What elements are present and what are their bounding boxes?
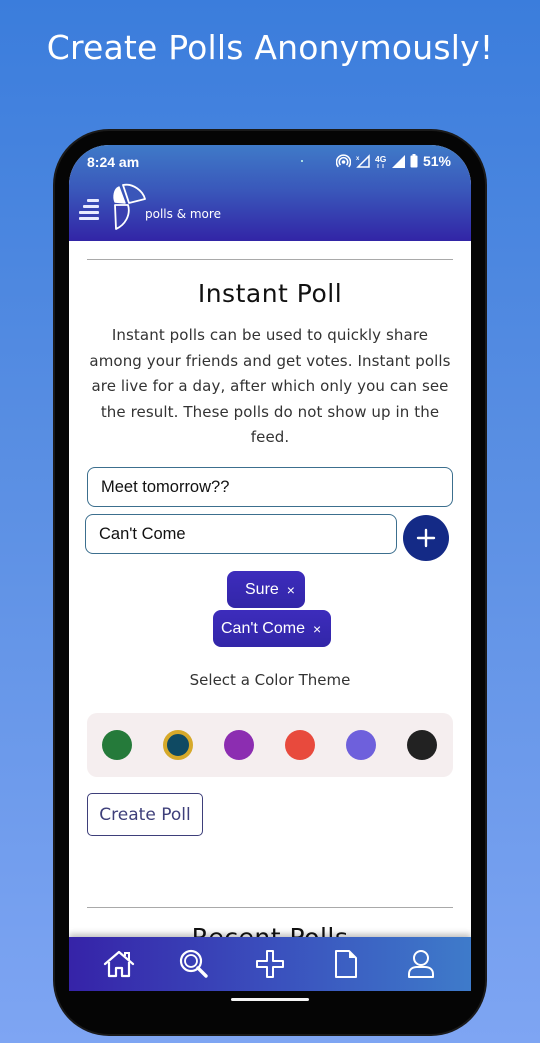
plus-icon bbox=[416, 528, 436, 548]
question-input[interactable]: Meet tomorrow?? bbox=[87, 467, 453, 507]
home-icon bbox=[103, 950, 134, 978]
main-content: Instant Poll Instant polls can be used t… bbox=[69, 241, 471, 937]
color-swatch-lavender[interactable] bbox=[346, 730, 376, 760]
status-time: 8:24 am bbox=[87, 154, 140, 170]
add-option-button[interactable] bbox=[403, 515, 449, 561]
nav-documents[interactable] bbox=[326, 944, 366, 984]
status-icons: x 4G 51% bbox=[335, 153, 451, 169]
battery-percent: 51% bbox=[422, 153, 451, 169]
nav-create[interactable] bbox=[250, 944, 290, 984]
signal-icon bbox=[391, 154, 405, 168]
no-data-signal-icon: x bbox=[356, 154, 370, 168]
battery-icon bbox=[410, 154, 418, 168]
nav-profile[interactable] bbox=[401, 944, 441, 984]
plus-icon bbox=[255, 950, 284, 978]
remove-option-icon[interactable]: × bbox=[287, 582, 295, 598]
svg-text:x: x bbox=[356, 156, 360, 162]
color-swatch-black[interactable] bbox=[407, 730, 437, 760]
option-chip-label: Can't Come bbox=[221, 619, 305, 637]
search-icon bbox=[180, 949, 209, 978]
promo-title: Create Polls Anonymously! bbox=[46, 28, 494, 67]
nav-search[interactable] bbox=[174, 944, 214, 984]
color-theme-label: Select a Color Theme bbox=[189, 671, 351, 689]
instant-poll-description: Instant polls can be used to quickly sha… bbox=[89, 326, 451, 446]
option-input[interactable]: Can't Come bbox=[85, 514, 397, 554]
color-swatch-purple[interactable] bbox=[224, 730, 254, 760]
home-indicator[interactable] bbox=[231, 998, 309, 1001]
option-chip: Sure × bbox=[227, 571, 305, 608]
option-chip-label: Sure bbox=[245, 580, 279, 598]
color-swatch-red[interactable] bbox=[285, 730, 315, 760]
color-swatch-green[interactable] bbox=[102, 730, 132, 760]
brand-name: polls & more bbox=[145, 207, 221, 221]
hamburger-menu-icon[interactable] bbox=[77, 197, 99, 220]
phone-screen: 8:24 am x 4G 51% polls & more Instant Po… bbox=[69, 145, 471, 991]
option-chip: Can't Come × bbox=[213, 610, 332, 647]
svg-text:4G: 4G bbox=[375, 154, 387, 164]
instant-poll-title: Instant Poll bbox=[197, 279, 343, 308]
color-swatch-dark-teal[interactable] bbox=[163, 730, 193, 760]
remove-option-icon[interactable]: × bbox=[313, 621, 321, 637]
user-icon bbox=[408, 950, 435, 978]
app-header: 8:24 am x 4G 51% polls & more bbox=[69, 145, 471, 241]
create-poll-button[interactable]: Create Poll bbox=[87, 793, 203, 836]
bottom-navigation bbox=[69, 937, 471, 991]
recent-polls-title: Recent Polls bbox=[69, 923, 471, 937]
4g-icon: 4G bbox=[375, 154, 387, 168]
section-divider bbox=[87, 259, 453, 260]
status-dot bbox=[301, 160, 303, 162]
color-theme-picker bbox=[87, 713, 453, 777]
hotspot-icon bbox=[335, 154, 351, 168]
section-divider bbox=[87, 907, 453, 908]
document-icon bbox=[334, 950, 357, 978]
nav-home[interactable] bbox=[99, 944, 139, 984]
status-bar: 8:24 am x 4G 51% bbox=[69, 145, 471, 179]
